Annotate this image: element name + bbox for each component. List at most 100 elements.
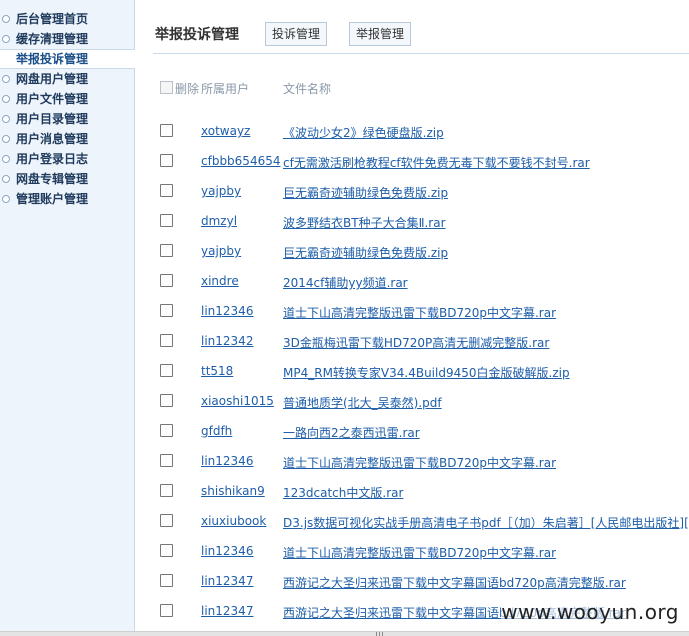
- filename-link[interactable]: 西游记之大圣归来迅雷下载中文字幕国语bd720p高清完整版.rar: [283, 574, 626, 591]
- table-row: xotwayz 《波动少女2》绿色硬盘版.zip: [135, 117, 689, 147]
- owner-link[interactable]: xiaoshi1015: [201, 394, 274, 408]
- sidebar-item-label: 用户消息管理: [16, 132, 89, 146]
- filename-link[interactable]: 道士下山高清完整版迅雷下载BD720p中文字幕.rar: [283, 454, 556, 471]
- sidebar-item-label: 用户目录管理: [16, 112, 89, 126]
- owner-link[interactable]: lin12346: [201, 544, 253, 558]
- row-checkbox[interactable]: [160, 394, 173, 407]
- filename-link[interactable]: 123dcatch中文版.rar: [283, 484, 403, 501]
- row-checkbox[interactable]: [160, 514, 173, 527]
- bullet-icon: [2, 15, 10, 23]
- filename-link[interactable]: 一路向西2之泰西迅雷.rar: [283, 424, 420, 441]
- table-row: xiaoshi1015 普通地质学(北大_吴泰然).pdf: [135, 387, 689, 417]
- row-checkbox[interactable]: [160, 364, 173, 377]
- table-row: xiuxiubook D3.js数据可视化实战手册高清电子书pdf［（加）朱启著］…: [135, 507, 689, 537]
- bullet-icon: [2, 155, 10, 163]
- filename-link[interactable]: cf无需激活刷枪教程cf软件免费无毒下载不要钱不封号.rar: [283, 154, 590, 171]
- sidebar-item[interactable]: 用户消息管理: [0, 129, 134, 149]
- sidebar-item-label: 举报投诉管理: [16, 52, 89, 66]
- sidebar-item[interactable]: 网盘用户管理: [0, 69, 134, 89]
- row-checkbox[interactable]: [160, 184, 173, 197]
- table-row: yajpby 巨无霸奇迹辅助绿色免费版.zip: [135, 177, 689, 207]
- sidebar: 后台管理首页 缓存清理管理 举报投诉管理 网盘用户管理用户文件管理用户目录管理 用户消息…: [0, 0, 135, 632]
- owner-link[interactable]: cfbbb654654: [201, 154, 280, 168]
- sidebar-item[interactable]: 举报投诉管理: [0, 49, 135, 69]
- report-manage-button[interactable]: 举报管理: [349, 22, 412, 46]
- row-checkbox[interactable]: [160, 604, 173, 617]
- table-row: lin12346 道士下山高清完整版迅雷下载BD720p中文字幕.rar: [135, 447, 689, 477]
- owner-link[interactable]: gfdfh: [201, 424, 232, 438]
- owner-link[interactable]: shishikan9: [201, 484, 265, 498]
- row-checkbox[interactable]: [160, 454, 173, 467]
- bullet-icon: [2, 175, 10, 183]
- header-divider: [153, 53, 689, 54]
- filename-link[interactable]: 普通地质学(北大_吴泰然).pdf: [283, 394, 442, 411]
- filename-link[interactable]: 道士下山高清完整版迅雷下载BD720p中文字幕.rar: [283, 544, 556, 561]
- owner-link[interactable]: yajpby: [201, 244, 241, 258]
- sidebar-item-label: 后台管理首页: [16, 12, 89, 26]
- filename-link[interactable]: 波多野结衣BT种子大合集Ⅱ.rar: [283, 214, 446, 231]
- main-content: 举报投诉管理 投诉管理 举报管理 删除 所属用户 文件名称 xotwayz 《波动…: [135, 0, 689, 632]
- table-row: yajpby 巨无霸奇迹辅助绿色免费版.zip: [135, 237, 689, 267]
- row-checkbox[interactable]: [160, 124, 173, 137]
- row-checkbox[interactable]: [160, 244, 173, 257]
- sidebar-item-label: 缓存清理管理: [16, 32, 89, 46]
- row-checkbox[interactable]: [160, 334, 173, 347]
- filename-link[interactable]: 2014cf辅助yy频道.rar: [283, 274, 408, 291]
- row-checkbox[interactable]: [160, 154, 173, 167]
- filename-link[interactable]: 《波动少女2》绿色硬盘版.zip: [283, 124, 444, 141]
- page-title: 举报投诉管理: [155, 27, 239, 43]
- filename-link[interactable]: 道士下山高清完整版迅雷下载BD720p中文字幕.rar: [283, 304, 556, 321]
- sidebar-item-label: 管理账户管理: [16, 192, 89, 206]
- owner-link[interactable]: xiuxiubook: [201, 514, 266, 528]
- row-checkbox[interactable]: [160, 544, 173, 557]
- sidebar-item[interactable]: 后台管理首页: [0, 9, 134, 29]
- owner-link[interactable]: lin12347: [201, 604, 253, 618]
- table-row: lin12346 道士下山高清完整版迅雷下载BD720p中文字幕.rar: [135, 537, 689, 567]
- filename-link[interactable]: 巨无霸奇迹辅助绿色免费版.zip: [283, 184, 448, 201]
- filename-link[interactable]: MP4_RM转换专家V34.4Build9450白金版破解版.zip: [283, 364, 570, 381]
- filename-link[interactable]: 3D金瓶梅迅雷下载HD720P高清无删减完整版.rar: [283, 334, 549, 351]
- table-row: cfbbb654654 cf无需激活刷枪教程cf软件免费无毒下载不要钱不封号.ra…: [135, 147, 689, 177]
- row-checkbox[interactable]: [160, 304, 173, 317]
- owner-link[interactable]: xotwayz: [201, 124, 250, 138]
- owner-link[interactable]: dmzyl: [201, 214, 237, 228]
- filename-link[interactable]: 巨无霸奇迹辅助绿色免费版.zip: [283, 244, 448, 261]
- bullet-icon: [2, 135, 10, 143]
- bullet-icon: [2, 35, 10, 43]
- sidebar-item[interactable]: 用户登录日志: [0, 149, 134, 169]
- row-checkbox[interactable]: [160, 574, 173, 587]
- scrollbar-grip-icon[interactable]: [376, 632, 384, 636]
- sidebar-item[interactable]: 管理账户管理: [0, 189, 134, 209]
- bullet-icon: [2, 195, 10, 203]
- owner-link[interactable]: yajpby: [201, 184, 241, 198]
- bullet-icon: [2, 115, 10, 123]
- filename-link[interactable]: D3.js数据可视化实战手册高清电子书pdf［（加）朱启著］[人民邮电出版社][…: [283, 514, 689, 531]
- table-row: xindre 2014cf辅助yy频道.rar: [135, 267, 689, 297]
- table-row: lin12346 道士下山高清完整版迅雷下载BD720p中文字幕.rar: [135, 297, 689, 327]
- bullet-icon: [2, 95, 10, 103]
- row-checkbox[interactable]: [160, 484, 173, 497]
- select-all-checkbox[interactable]: [160, 81, 173, 94]
- owner-link[interactable]: lin12346: [201, 454, 253, 468]
- table-row: dmzyl 波多野结衣BT种子大合集Ⅱ.rar: [135, 207, 689, 237]
- horizontal-scrollbar[interactable]: [0, 631, 689, 636]
- row-checkbox[interactable]: [160, 424, 173, 437]
- owner-link[interactable]: xindre: [201, 274, 239, 288]
- table-row: lin12342 3D金瓶梅迅雷下载HD720P高清无删减完整版.rar: [135, 327, 689, 357]
- sidebar-item[interactable]: 用户文件管理: [0, 89, 134, 109]
- sidebar-item-label: 用户登录日志: [16, 152, 89, 166]
- sidebar-item-label: 网盘用户管理: [16, 72, 89, 86]
- owner-link[interactable]: lin12347: [201, 574, 253, 588]
- bullet-icon: [2, 75, 10, 83]
- sidebar-item[interactable]: 用户目录管理: [0, 109, 134, 129]
- sidebar-item[interactable]: 网盘专辑管理: [0, 169, 134, 189]
- owner-link[interactable]: tt518: [201, 364, 233, 378]
- owner-link[interactable]: lin12346: [201, 304, 253, 318]
- complaint-manage-button[interactable]: 投诉管理: [265, 22, 328, 46]
- owner-link[interactable]: lin12342: [201, 334, 253, 348]
- row-checkbox[interactable]: [160, 214, 173, 227]
- page-header: 举报投诉管理 投诉管理 举报管理: [155, 22, 689, 46]
- row-checkbox[interactable]: [160, 274, 173, 287]
- sidebar-menu: 后台管理首页 缓存清理管理 举报投诉管理 网盘用户管理用户文件管理用户目录管理 用户消息…: [0, 0, 135, 209]
- sidebar-item[interactable]: 缓存清理管理: [0, 29, 134, 49]
